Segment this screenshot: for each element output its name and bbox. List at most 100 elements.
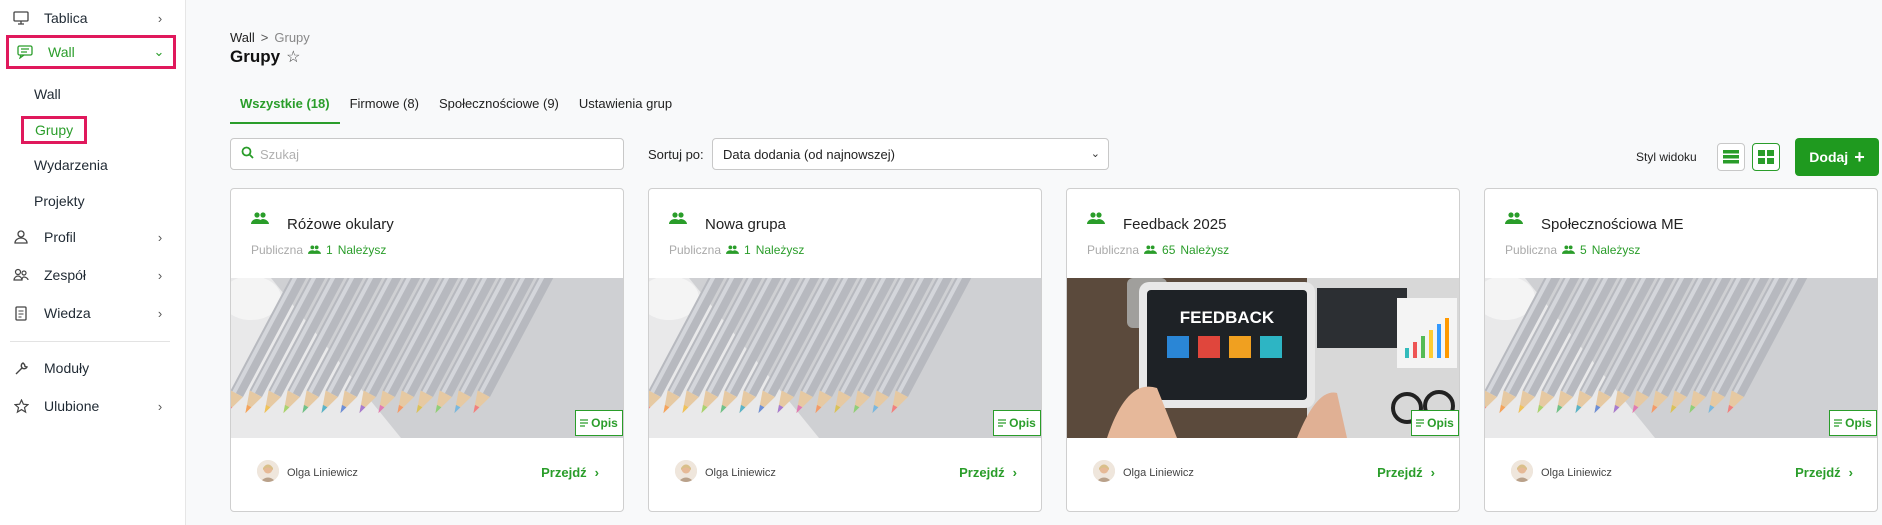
breadcrumb: Wall > Grupy (230, 30, 310, 45)
card-members-count: 5 (1580, 243, 1587, 257)
sidebar-subitem-grupy[interactable]: Grupy (21, 116, 88, 144)
sidebar-item-moduly[interactable]: Moduły (0, 353, 186, 383)
sidebar-item-label: Profil (44, 229, 76, 245)
avatar (257, 460, 279, 482)
sidebar-item-label: Moduły (44, 360, 90, 376)
sort-label: Sortuj po: (648, 147, 704, 162)
chevron-down-icon: ⌄ (1090, 148, 1100, 160)
card-header: Feedback 2025 Publiczna 65 Należysz (1067, 189, 1459, 278)
monitor-icon (10, 9, 32, 27)
chevron-right-icon: › (157, 267, 163, 283)
text-lines-icon (998, 416, 1007, 430)
group-card[interactable]: Nowa grupa Publiczna 1 Należysz Opis Olga Lin… (648, 188, 1042, 512)
members-icon (308, 243, 322, 257)
card-title[interactable]: Społecznościowa ME (1541, 216, 1684, 233)
sidebar-item-tablica[interactable]: Tablica › (0, 3, 186, 33)
plus-icon: + (1854, 146, 1865, 167)
text-lines-icon (1416, 416, 1425, 430)
go-link-label: Przejdź (959, 465, 1005, 480)
card-author: Olga Liniewicz (1541, 467, 1612, 479)
description-button[interactable]: Opis (993, 410, 1041, 436)
chevron-down-icon: ⌄ (153, 44, 165, 59)
card-image-container (231, 278, 623, 438)
chevron-right-icon: › (157, 305, 163, 321)
card-visibility: Publiczna (1505, 243, 1558, 257)
sidebar-item-zespol[interactable]: Zespół › (0, 260, 186, 290)
user-icon (10, 228, 32, 246)
sidebar-item-ulubione[interactable]: Ulubione › (0, 391, 186, 421)
favorite-star-icon[interactable]: ☆ (286, 47, 300, 67)
tabs: Wszystkie (18) Firmowe (8) Społecznościo… (230, 96, 682, 124)
tab-firmowe[interactable]: Firmowe (8) (340, 96, 429, 124)
go-to-group-link[interactable]: Przejdź › (1377, 465, 1435, 480)
sidebar-item-wiedza[interactable]: Wiedza › (0, 298, 186, 328)
go-to-group-link[interactable]: Przejdź › (959, 465, 1017, 480)
go-to-group-link[interactable]: Przejdź › (1795, 465, 1853, 480)
card-author: Olga Liniewicz (705, 467, 776, 479)
card-header: Różowe okulary Publiczna 1 Należysz (231, 189, 623, 278)
card-meta: Publiczna 5 Należysz (1505, 243, 1640, 257)
description-button[interactable]: Opis (1829, 410, 1877, 436)
card-title[interactable]: Różowe okulary (287, 216, 394, 233)
description-button[interactable]: Opis (1411, 410, 1459, 436)
card-title[interactable]: Feedback 2025 (1123, 216, 1226, 233)
description-button-label: Opis (1845, 416, 1872, 430)
grid-view-icon (1758, 150, 1774, 164)
sidebar-subitem-wall[interactable]: Wall (34, 86, 61, 102)
group-icon (1087, 211, 1105, 227)
sidebar-item-profil[interactable]: Profil › (0, 222, 186, 252)
chevron-right-icon: › (1012, 465, 1017, 480)
card-image (1485, 278, 1877, 438)
card-visibility: Publiczna (1087, 243, 1140, 257)
card-header: Nowa grupa Publiczna 1 Należysz (649, 189, 1041, 278)
card-membership-status: Należysz (1180, 243, 1230, 257)
description-button-label: Opis (1009, 416, 1036, 430)
main-content: Wall > Grupy Grupy ☆ Wszystkie (18) Firm… (186, 0, 1882, 525)
card-meta: Publiczna 1 Należysz (251, 243, 386, 257)
group-card[interactable]: Społecznościowa ME Publiczna 5 Należysz Opis… (1484, 188, 1878, 512)
card-footer: Olga Liniewicz Przejdź › (1067, 438, 1459, 511)
group-card[interactable]: Feedback 2025 Publiczna 65 Należysz FEEDBACK… (1066, 188, 1460, 512)
card-members-count: 65 (1162, 243, 1176, 257)
star-icon (10, 397, 32, 415)
card-image (649, 278, 1041, 438)
members-icon (726, 243, 740, 257)
search-icon (241, 146, 254, 162)
wrench-icon (10, 359, 32, 377)
add-button-label: Dodaj (1809, 149, 1849, 165)
add-group-button[interactable]: Dodaj + (1795, 138, 1879, 176)
go-to-group-link[interactable]: Przejdź › (541, 465, 599, 480)
description-button-label: Opis (1427, 416, 1454, 430)
group-icon (1505, 211, 1523, 227)
card-visibility: Publiczna (669, 243, 722, 257)
chevron-right-icon: › (594, 465, 599, 480)
sidebar-item-label: Wiedza (44, 305, 91, 321)
sidebar-subitem-projekty[interactable]: Projekty (34, 193, 85, 209)
tab-spolecznosciowe[interactable]: Społecznościowe (9) (429, 96, 569, 124)
sidebar-subitem-wydarzenia[interactable]: Wydarzenia (34, 157, 108, 173)
sort-select[interactable]: Data dodania (od najnowszej) ⌄ (712, 138, 1109, 170)
go-link-label: Przejdź (1377, 465, 1423, 480)
tab-ustawienia-grup[interactable]: Ustawienia grup (569, 96, 682, 124)
sidebar-item-wall[interactable]: Wall ⌄ (6, 35, 176, 69)
go-link-label: Przejdź (1795, 465, 1841, 480)
card-footer: Olga Liniewicz Przejdź › (231, 438, 623, 511)
card-image-container (649, 278, 1041, 438)
description-button[interactable]: Opis (575, 410, 623, 436)
page-title-text: Grupy (230, 47, 281, 66)
avatar (1511, 460, 1533, 482)
chevron-right-icon: › (1848, 465, 1853, 480)
grid-view-button[interactable] (1752, 143, 1780, 171)
avatar (675, 460, 697, 482)
group-card[interactable]: Różowe okulary Publiczna 1 Należysz Opis Olga… (230, 188, 624, 512)
breadcrumb-root[interactable]: Wall (230, 30, 255, 45)
card-membership-status: Należysz (337, 243, 387, 257)
chevron-right-icon: › (157, 229, 163, 245)
card-footer: Olga Liniewicz Przejdź › (1485, 438, 1877, 511)
list-view-button[interactable] (1717, 143, 1745, 171)
search-box (230, 138, 624, 170)
tab-wszystkie[interactable]: Wszystkie (18) (230, 96, 340, 124)
search-input[interactable] (260, 146, 600, 162)
card-visibility: Publiczna (251, 243, 304, 257)
card-title[interactable]: Nowa grupa (705, 216, 786, 233)
